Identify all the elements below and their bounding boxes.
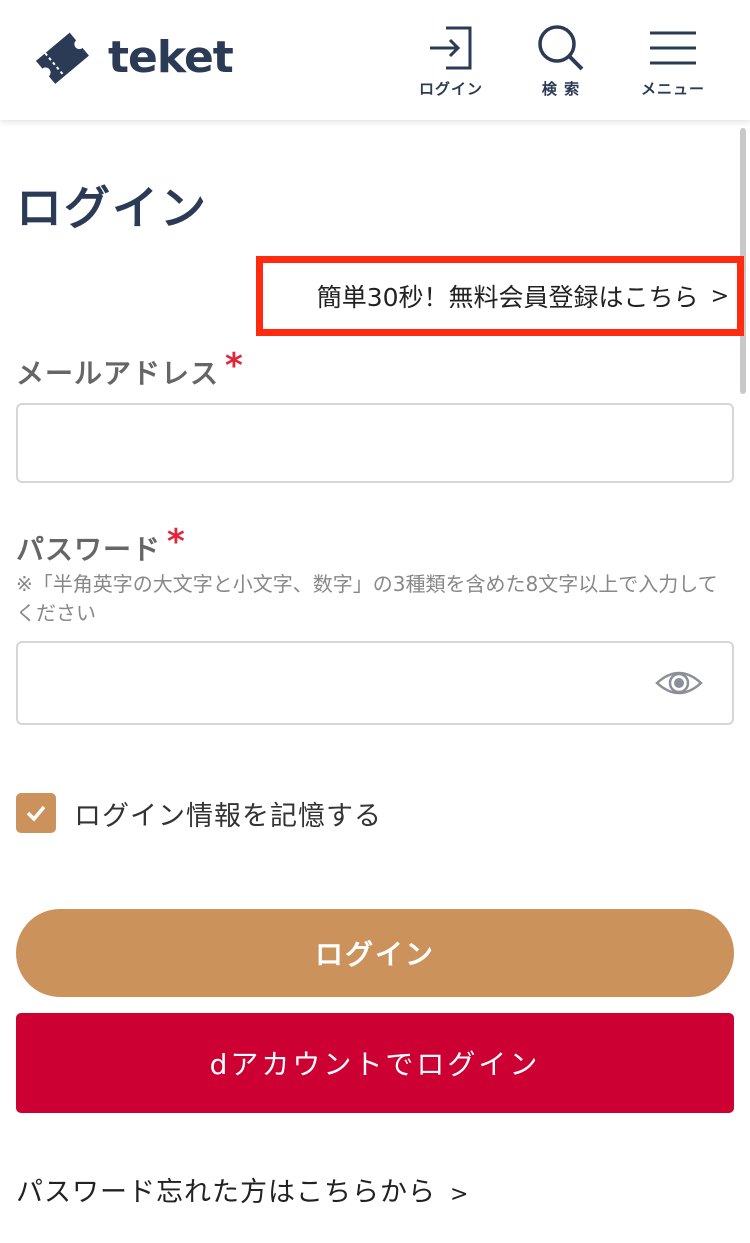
password-field[interactable] [16,641,734,725]
forgot-password-text: パスワード忘れた方はこちらから [16,1177,436,1208]
register-link[interactable]: 簡単30秒！無料会員登録はこちら > [256,256,744,336]
required-asterisk: * [167,522,186,562]
register-link-text: 簡単30秒！無料会員登録はこちら [316,283,699,312]
required-asterisk: * [225,346,244,386]
password-label: パスワード * [16,522,186,568]
header-search-button[interactable]: 検 索 [516,22,606,102]
header-menu-button[interactable]: メニュー [628,22,718,102]
remember-login-checkbox[interactable]: ログイン情報を記憶する [16,793,382,833]
page-title: ログイン [16,181,208,235]
header-login-button[interactable]: ログイン [406,22,496,102]
remember-login-label: ログイン情報を記憶する [74,800,382,832]
checkbox-checked[interactable] [16,793,56,833]
chevron-right-icon: > [450,1182,470,1207]
checkmark-icon [26,805,46,822]
email-label: メールアドレス * [16,346,244,392]
brand-name: teket [108,31,234,83]
header-login-label: ログイン [418,80,483,98]
hamburger-menu-icon [647,22,699,74]
eye-icon[interactable] [654,663,704,703]
login-button[interactable]: ログイン [16,909,734,997]
login-icon [425,22,477,74]
password-label-text: パスワード [16,533,162,566]
header-search-label: 検 索 [541,80,581,98]
chevron-right-icon: > [710,283,729,309]
header-menu-label: メニュー [640,80,705,98]
email-label-text: メールアドレス [16,357,220,390]
password-requirement-note: ※「半角英字の大文字と小文字、数字」の3種類を含めた8文字以上で入力してください [16,572,718,625]
search-icon [535,22,587,74]
forgot-password-link[interactable]: パスワード忘れた方はこちらから > [16,1170,469,1209]
site-header: teket ログイン 検 索 メニュー [0,0,750,120]
email-field[interactable] [16,403,734,483]
teket-logo[interactable]: teket [30,24,234,90]
d-account-login-button[interactable]: dアカウントでログイン [16,1013,734,1113]
ticket-logo-icon [35,32,89,84]
